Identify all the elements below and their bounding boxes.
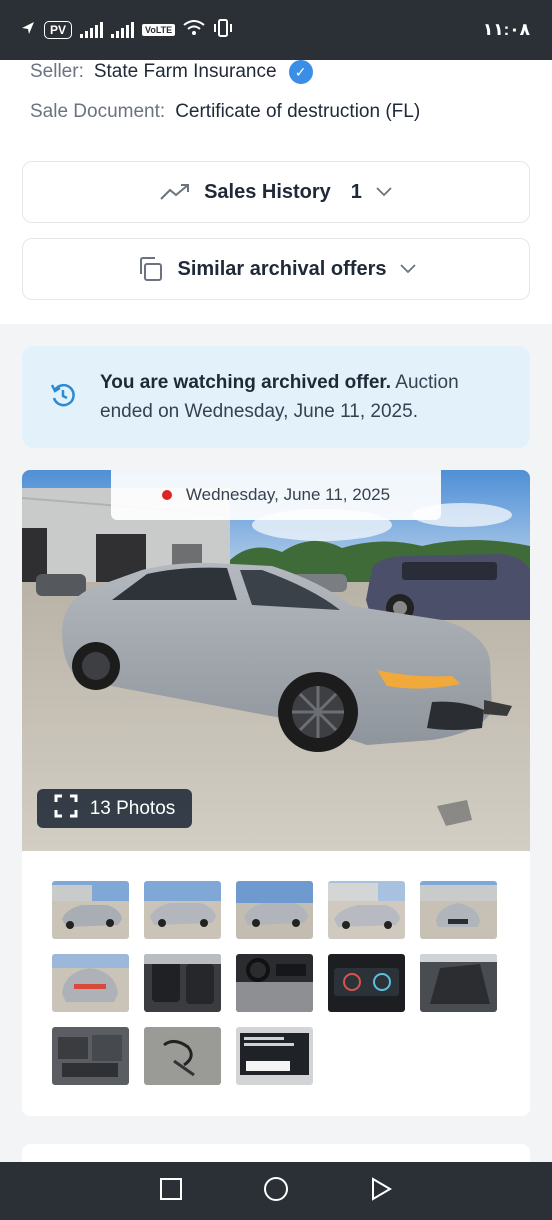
seller-value[interactable]: State Farm Insurance [94, 61, 277, 83]
status-icons: PV VoLTE [20, 18, 233, 42]
signal-icon-2 [111, 22, 135, 38]
seller-info-section: Seller: State Farm Insurance ✓ Sale Docu… [0, 60, 552, 324]
signal-icon [80, 22, 104, 38]
volte-badge: VoLTE [142, 24, 176, 36]
wifi-icon [183, 19, 205, 41]
thumbnail[interactable] [420, 954, 497, 1012]
thumbnail[interactable] [328, 881, 405, 939]
pv-badge: PV [44, 21, 73, 39]
sales-history-count: 1 [350, 180, 362, 203]
recents-icon[interactable] [159, 1177, 183, 1206]
thumbnail[interactable] [52, 954, 129, 1012]
thumbnail[interactable] [328, 954, 405, 1012]
clock: ١١:٠٨ [482, 20, 530, 39]
thumbnail[interactable] [236, 881, 313, 939]
verified-badge-icon: ✓ [288, 60, 313, 84]
vibrate-icon [213, 18, 233, 42]
sale-document-row: Sale Document: Certificate of destructio… [30, 100, 420, 124]
seller-label: Seller: [30, 61, 84, 82]
thumbnail[interactable] [144, 881, 221, 939]
photos-button[interactable]: 13 Photos [37, 789, 192, 828]
main-vehicle-photo[interactable]: Wednesday, June 11, 2025 13 Photos [22, 470, 530, 851]
sales-history-label: Sales History [204, 180, 331, 203]
thumbnail[interactable] [144, 954, 221, 1012]
fullscreen-icon [54, 794, 78, 824]
status-bar: PV VoLTE ١١:٠٨ [0, 0, 552, 60]
auction-date: Wednesday, June 11, 2025 [185, 485, 391, 504]
photo-gallery-card: Wednesday, June 11, 2025 13 Photos [22, 470, 530, 1116]
thumbnail-grid [52, 881, 497, 1085]
status-dot [161, 490, 172, 500]
trending-up-icon [160, 183, 190, 201]
thumbnail[interactable] [144, 1027, 221, 1085]
sale-document-value: Certificate of destruction (FL) [175, 101, 421, 122]
notice-text: You are watching archived offer. Auction… [100, 368, 510, 426]
sale-document-label: Sale Document: [30, 101, 166, 122]
sales-history-toggle[interactable]: Sales History 1 [22, 161, 530, 223]
archived-offer-notice: You are watching archived offer. Auction… [22, 346, 530, 448]
similar-offers-toggle[interactable]: Similar archival offers [22, 238, 530, 300]
thumbnail[interactable] [52, 881, 129, 939]
chevron-down-icon [376, 187, 392, 197]
thumbnail[interactable] [236, 1027, 313, 1085]
navigation-icon [20, 20, 36, 41]
home-icon[interactable] [262, 1175, 290, 1208]
history-icon [48, 380, 78, 415]
system-nav-bar [0, 1162, 552, 1220]
notice-bold: You are watching archived offer. [100, 372, 392, 393]
photos-count-label: 13 Photos [89, 797, 176, 819]
thumbnail[interactable] [236, 954, 313, 1012]
similar-offers-label: Similar archival offers [177, 257, 387, 280]
chevron-down-icon [400, 264, 417, 274]
auction-date-badge: Wednesday, June 11, 2025 [111, 470, 441, 520]
thumbnail[interactable] [52, 1027, 129, 1085]
thumbnail[interactable] [420, 881, 497, 939]
back-icon[interactable] [369, 1176, 393, 1206]
copy-icon [136, 255, 164, 283]
seller-row: Seller: State Farm Insurance ✓ [30, 60, 313, 84]
